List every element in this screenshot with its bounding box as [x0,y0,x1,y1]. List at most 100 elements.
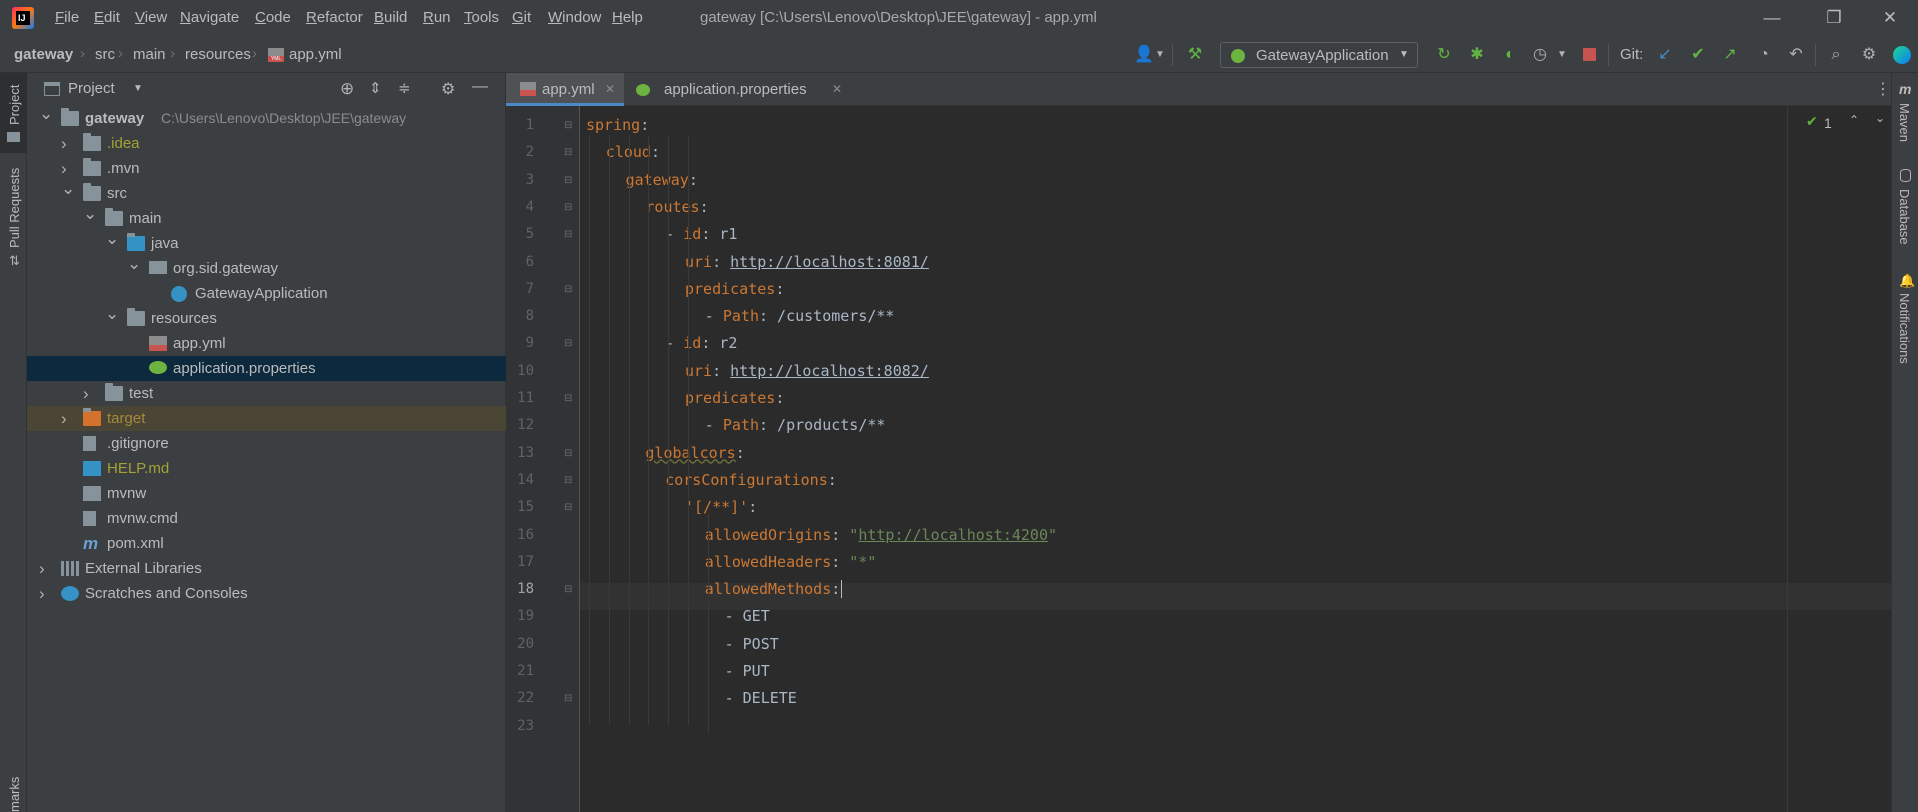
menu-item-navigate[interactable]: Navigate [180,9,239,26]
dropdown-arrow-icon[interactable]: ▼ [1150,45,1170,65]
tree-item[interactable]: HELP.md [27,456,506,481]
line-number[interactable]: 1 [506,117,534,133]
bookmarks-tool-label[interactable]: marks [7,777,22,812]
breadcrumb-resources[interactable]: resources [185,46,251,63]
line-number[interactable]: 5 [506,226,534,242]
fold-marker-icon[interactable]: ⊟ [564,339,574,349]
line-number[interactable]: 23 [506,718,534,734]
chevron-right-icon[interactable]: › [61,131,75,156]
fold-marker-icon[interactable]: ⊟ [564,202,574,213]
expand-all-icon[interactable]: ⇕ [369,79,382,97]
project-panel-title[interactable]: Project [68,80,115,97]
profile-icon[interactable]: ◷ [1530,45,1550,65]
tree-item[interactable]: .gitignore [27,431,506,456]
pull-requests-tool-label[interactable]: Pull Requests [7,168,22,248]
tree-item[interactable]: ⌄ gateway C:\Users\Lenovo\Desktop\JEE\gate… [27,104,506,131]
close-tab-icon[interactable]: ✕ [832,73,842,106]
tree-item[interactable]: GatewayApplication [27,281,506,306]
breadcrumb-project[interactable]: gateway [14,46,73,63]
tree-item[interactable]: m pom.xml [27,531,506,556]
run-configuration-selector[interactable]: GatewayApplication ▼ [1220,42,1418,68]
line-number[interactable]: 7 [506,281,534,297]
line-number[interactable]: 15 [506,499,534,515]
menu-item-code[interactable]: Code [255,9,291,26]
git-commit-icon[interactable]: ✔ [1688,45,1708,65]
menu-item-git[interactable]: Git [512,9,531,26]
next-highlight-icon[interactable]: ⌄ [1875,111,1885,125]
hide-panel-icon[interactable]: — [472,78,488,96]
breadcrumb-file[interactable]: app.yml [289,46,342,63]
settings-gear-icon[interactable]: ⚙ [1859,45,1879,65]
fold-marker-icon[interactable]: ⊟ [564,475,574,486]
line-number[interactable]: 21 [506,663,534,679]
previous-highlight-icon[interactable]: ⌃ [1849,113,1859,127]
tree-item[interactable]: › .idea [27,131,506,156]
breadcrumb-src[interactable]: src [95,46,115,63]
menu-item-build[interactable]: Build [374,9,407,26]
chevron-right-icon[interactable]: › [61,406,75,431]
fold-marker-icon[interactable]: ⊟ [564,448,574,459]
chevron-down-icon[interactable]: ⌄ [127,251,141,276]
collapse-all-icon[interactable]: ≑ [398,79,411,97]
line-number[interactable]: 14 [506,472,534,488]
chevron-right-icon[interactable]: › [83,381,97,406]
view-mode-dropdown-icon[interactable]: ▼ [133,83,143,94]
minimize-button[interactable]: — [1752,6,1792,30]
tree-item[interactable]: ⌄ java [27,229,506,256]
line-number[interactable]: 10 [506,363,534,379]
line-number[interactable]: 20 [506,636,534,652]
code-with-me-icon[interactable] [1893,46,1911,64]
line-number[interactable]: 18 [506,581,534,597]
menu-item-help[interactable]: Help [612,9,643,26]
close-tab-icon[interactable]: ✕ [605,73,615,106]
menu-item-file[interactable]: File [55,9,79,26]
chevron-right-icon[interactable]: › [39,556,53,581]
tree-item[interactable]: › target [27,406,506,431]
menu-item-tools[interactable]: Tools [464,9,499,26]
menu-item-refactor[interactable]: Refactor [306,9,363,26]
tree-item[interactable]: application.properties [27,356,506,381]
stop-icon[interactable] [1583,48,1596,61]
restore-button[interactable]: ❐ [1814,6,1854,30]
coverage-icon[interactable]: ◐ [1500,45,1520,65]
tree-item[interactable]: › test [27,381,506,406]
line-number[interactable]: 13 [506,445,534,461]
line-number[interactable]: 8 [506,308,534,324]
search-icon[interactable]: ⌕ [1826,45,1846,65]
fold-marker-icon[interactable]: ⊟ [564,394,574,404]
tree-item[interactable]: › .mvn [27,156,506,181]
breadcrumb-main[interactable]: main [133,46,166,63]
menu-item-edit[interactable]: Edit [94,9,120,26]
build-hammer-icon[interactable]: ⚒ [1185,45,1205,65]
fold-marker-icon[interactable]: ⊟ [564,175,574,186]
tree-item[interactable]: ⌄ main [27,204,506,231]
line-number[interactable]: 16 [506,527,534,543]
chevron-down-icon[interactable]: ⌄ [105,301,119,326]
tree-item[interactable]: ⌄ src [27,179,506,206]
locate-file-icon[interactable]: ⊕ [340,79,354,99]
fold-marker-icon[interactable]: ⊟ [564,503,574,513]
fold-marker-icon[interactable]: ⊟ [564,694,574,704]
debug-icon[interactable]: ✱ [1467,45,1487,65]
tab-app-yml[interactable]: app.yml ✕ [506,73,624,106]
tab-application-properties[interactable]: application.properties ✕ [624,73,844,106]
line-number[interactable]: 11 [506,390,534,406]
line-number[interactable]: 12 [506,417,534,433]
close-window-button[interactable]: ✕ [1870,6,1910,30]
fold-marker-icon[interactable]: ⊟ [564,284,574,295]
project-tool-label[interactable]: Project [7,85,22,125]
maven-tool-label[interactable]: Maven [1897,103,1912,142]
line-number[interactable]: 2 [506,144,534,160]
line-number[interactable]: 19 [506,608,534,624]
inspection-check-icon[interactable]: ✔ [1806,113,1818,130]
menu-item-run[interactable]: Run [423,9,451,26]
fold-marker-icon[interactable]: ⊟ [564,148,574,158]
tree-item[interactable]: mvnw [27,481,506,506]
chevron-right-icon[interactable]: › [39,581,53,606]
line-number[interactable]: 4 [506,199,534,215]
line-number[interactable]: 17 [506,554,534,570]
chevron-down-icon[interactable]: ⌄ [83,201,97,226]
database-tool-label[interactable]: Database [1897,189,1912,245]
menu-item-window[interactable]: Window [548,9,601,26]
chevron-down-icon[interactable]: ⌄ [61,176,75,201]
